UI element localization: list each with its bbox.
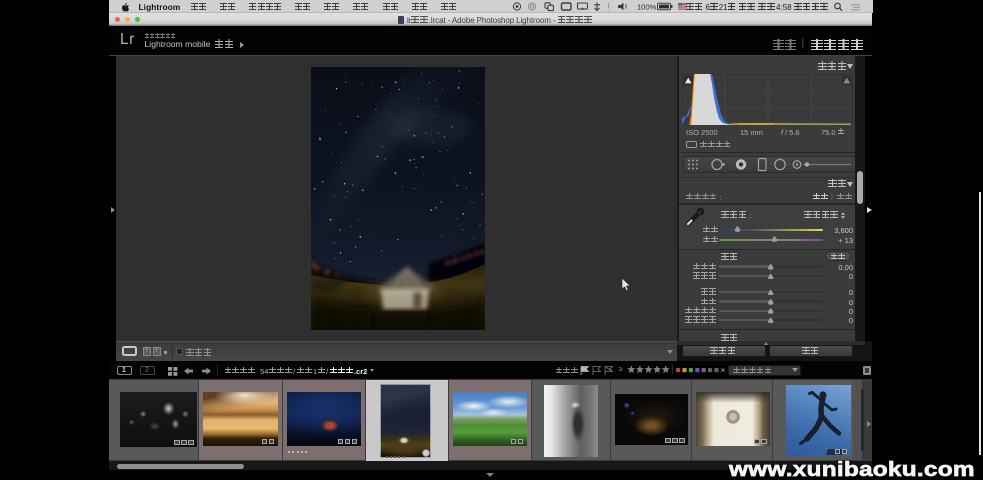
svg-text:100%: 100% (637, 2, 657, 11)
